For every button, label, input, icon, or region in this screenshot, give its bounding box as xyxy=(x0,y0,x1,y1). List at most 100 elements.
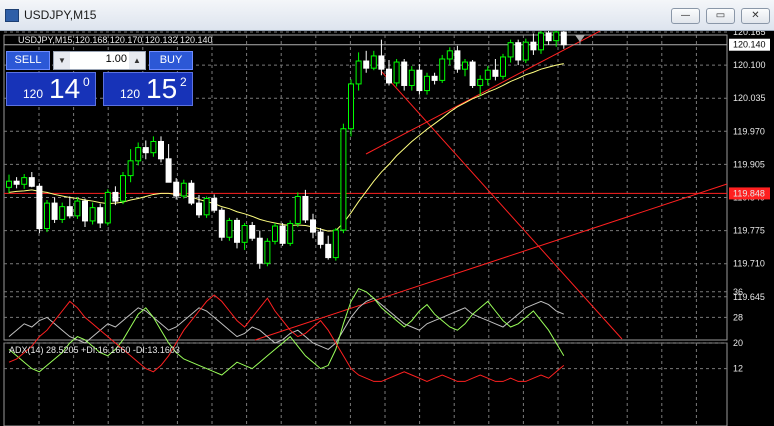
candle-body xyxy=(477,78,484,86)
lot-increase-icon[interactable]: ▲ xyxy=(129,52,145,69)
candle-body xyxy=(74,200,81,217)
candle-body xyxy=(51,202,58,220)
up-channel-line xyxy=(365,31,601,155)
candle-body xyxy=(530,41,537,51)
minimize-button[interactable]: — xyxy=(671,8,700,24)
price-axis-label: 119.905 xyxy=(733,159,765,169)
sell-price-prefix: 120 xyxy=(23,87,44,101)
candle-body xyxy=(112,191,119,202)
candle-body xyxy=(401,61,408,86)
price-axis-label: 119.970 xyxy=(733,126,765,136)
support-trend-line xyxy=(254,183,728,341)
candle-body xyxy=(294,195,301,224)
buy-price-big: 15 xyxy=(146,73,178,104)
candle-body xyxy=(104,191,111,224)
candle-body xyxy=(439,58,446,81)
indicator-header: ADX(14) 28.5205 +DI:16.1660 -DI:13.1603 xyxy=(9,345,180,355)
candle-body xyxy=(560,31,567,46)
candle-body xyxy=(446,50,453,60)
candle-body xyxy=(515,42,522,61)
sell-price-sup: 0 xyxy=(83,75,90,89)
indicator-scale-label: 20 xyxy=(733,338,743,348)
candle-body xyxy=(287,222,294,244)
candle-body xyxy=(21,177,28,185)
candle-body xyxy=(264,240,271,264)
candle-body xyxy=(89,207,96,222)
candle-body xyxy=(97,207,104,224)
price-axis-label: 120.035 xyxy=(733,93,766,103)
buy-price-box[interactable]: 120 15 2 xyxy=(103,72,193,106)
candle-body xyxy=(454,50,461,70)
candle-body xyxy=(203,198,210,216)
candle-body xyxy=(469,61,476,86)
candle-body xyxy=(553,31,560,42)
down-trend-line xyxy=(380,70,623,340)
candle-body xyxy=(462,61,468,70)
candle-body xyxy=(142,147,149,154)
price-axis-label: 120.100 xyxy=(733,60,766,70)
candle-body xyxy=(66,206,73,217)
candle-body xyxy=(393,61,400,84)
candle-body xyxy=(59,206,66,220)
buy-price-prefix: 120 xyxy=(120,87,141,101)
candle-body xyxy=(317,231,324,245)
candle-body xyxy=(196,202,202,216)
candle-body xyxy=(332,229,339,259)
indicator-scale-label: 28 xyxy=(733,312,743,322)
candle-body xyxy=(500,56,506,77)
lot-size-field[interactable]: ▼ 1.00 ▲ xyxy=(53,51,146,70)
candle-body xyxy=(340,128,347,231)
candle-body xyxy=(416,69,423,92)
price-axis-label: 119.775 xyxy=(733,226,765,236)
candle-body xyxy=(310,219,316,233)
chart-header: USDJPY,M15 120.168 120.170 120.132 120.1… xyxy=(18,35,213,45)
buy-button[interactable]: BUY xyxy=(149,51,193,70)
plus-di-line xyxy=(8,287,565,376)
candle-body xyxy=(545,32,552,42)
lot-value[interactable]: 1.00 xyxy=(72,53,127,65)
candle-body xyxy=(484,69,491,80)
price-axis-label: 119.710 xyxy=(733,259,765,269)
price-axis: 120.165 120.100 120.035 119.970 119.905 119.8… xyxy=(729,31,770,302)
candle-body xyxy=(408,69,415,86)
candle-body xyxy=(211,198,218,211)
candle-body xyxy=(325,243,332,259)
chart-window-icon xyxy=(5,9,19,22)
candle-body xyxy=(241,225,248,243)
candle-body xyxy=(279,225,286,244)
candle-body xyxy=(158,140,164,160)
sell-price-box[interactable]: 120 14 0 xyxy=(6,72,96,106)
sell-button[interactable]: SELL xyxy=(6,51,50,70)
adx-indicator-panel: 36 28 20 12 xyxy=(8,287,743,382)
candle-body xyxy=(180,182,187,197)
candle-body xyxy=(188,182,195,204)
candle-body xyxy=(226,219,233,238)
candle-body xyxy=(234,219,240,243)
candle-body xyxy=(165,158,172,183)
candle-body xyxy=(386,68,392,84)
candle-body xyxy=(127,160,134,177)
indicator-scale-label: 12 xyxy=(733,364,743,374)
window-title: USDJPY,M15 xyxy=(24,8,97,22)
candle-body xyxy=(370,55,377,69)
window-titlebar: USDJPY,M15 — ▭ ✕ xyxy=(0,0,774,31)
candle-body xyxy=(44,202,50,230)
candle-body xyxy=(13,180,20,185)
candle-body xyxy=(507,42,514,58)
indicator-panel-border xyxy=(3,342,728,426)
shift-marker-icon xyxy=(575,35,585,42)
candle-body xyxy=(120,175,126,202)
lot-decrease-icon[interactable]: ▼ xyxy=(54,52,70,69)
candle-body xyxy=(249,225,256,239)
current-price-label: 120.140 xyxy=(733,40,766,50)
buy-price-sup: 2 xyxy=(180,75,187,89)
close-button[interactable]: ✕ xyxy=(741,8,770,24)
candle-body xyxy=(538,32,544,51)
level-price-label: 119.848 xyxy=(733,188,765,198)
sell-price-big: 14 xyxy=(49,73,81,104)
restore-button[interactable]: ▭ xyxy=(706,8,735,24)
candle-body xyxy=(6,180,12,188)
candle-body xyxy=(431,75,438,81)
price-axis-label: 120.165 xyxy=(733,31,766,37)
candle-body xyxy=(272,225,278,242)
